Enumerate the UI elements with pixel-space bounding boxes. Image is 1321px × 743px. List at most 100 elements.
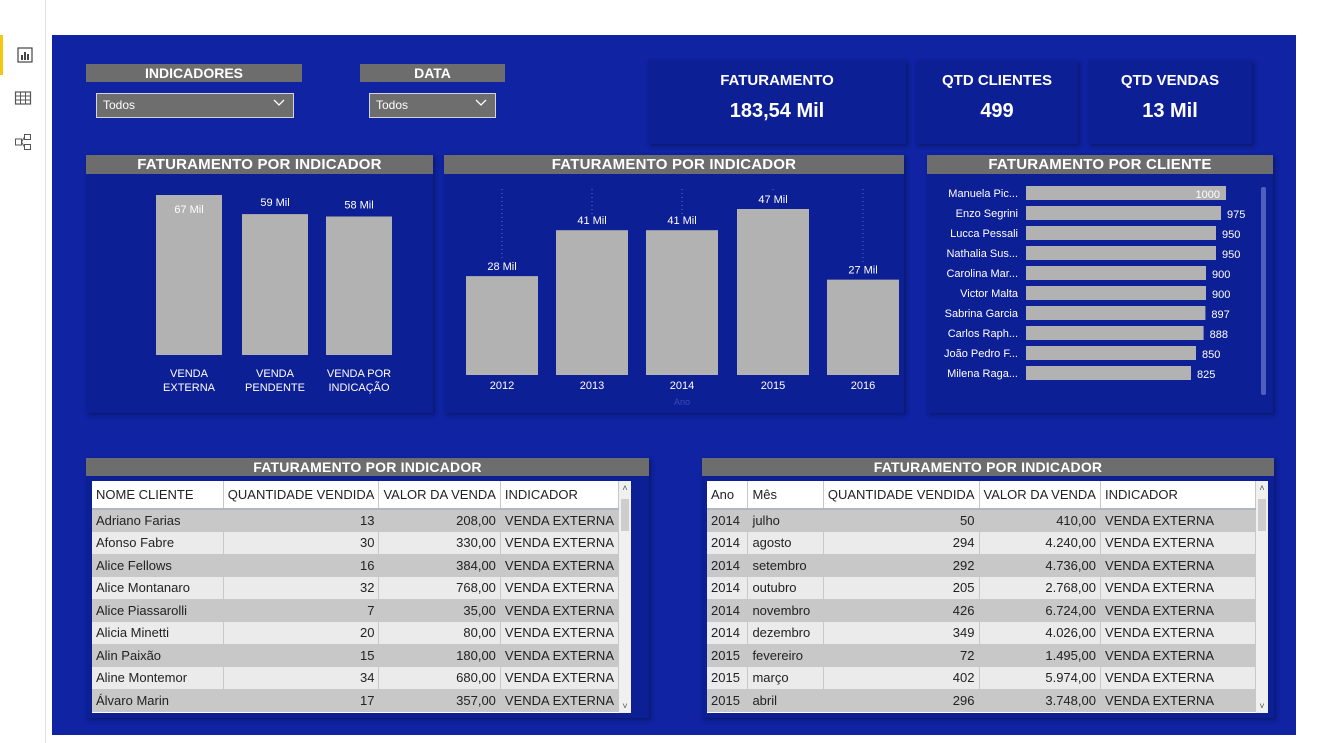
table-cell: 402 <box>823 666 980 689</box>
table-cell: VENDA EXTERNA <box>500 554 620 577</box>
table-cell: 680,00 <box>378 666 501 689</box>
chart-indicador-panel[interactable]: FATURAMENTO POR INDICADOR 67 Mil VENDA EXT… <box>86 155 433 413</box>
table-clientes[interactable]: NOME CLIENTE QUANTIDADE VENDIDA VALOR DA V… <box>92 481 631 713</box>
table-row[interactable]: 2014 dezembro 349 4.026,00 VENDA EXTERNA <box>707 621 1257 644</box>
y-tick-label: Victor Malta <box>960 288 1019 300</box>
column-header[interactable]: VALOR DA VENDA <box>378 481 501 510</box>
column-header[interactable]: NOME CLIENTE <box>92 481 224 510</box>
table-cell: VENDA EXTERNA <box>500 644 620 667</box>
column-header[interactable]: INDICADOR <box>1100 481 1257 510</box>
scroll-down-icon[interactable]: ˅ <box>619 699 631 713</box>
chart-cliente-panel[interactable]: FATURAMENTO POR CLIENTE Manuela Pic... 10… <box>927 155 1273 413</box>
slicer-data-dropdown[interactable]: Todos <box>369 93 496 118</box>
table-row[interactable]: 2014 novembro 426 6.724,00 VENDA EXTERNA <box>707 599 1257 622</box>
table-row[interactable]: Alice Piassarolli 7 35,00 VENDA EXTERNA <box>92 599 620 622</box>
chart-ano-panel[interactable]: FATURAMENTO POR INDICADOR 28 Mil 2012 41 M… <box>444 155 904 413</box>
table-row[interactable]: 2015 fevereiro 72 1.495,00 VENDA EXTERNA <box>707 644 1257 667</box>
bar <box>1026 266 1206 280</box>
scroll-thumb[interactable] <box>1258 499 1266 531</box>
table-row[interactable]: Afonso Fabre 30 330,00 VENDA EXTERNA <box>92 531 620 554</box>
data-label: 47 Mil <box>758 194 787 206</box>
table-cell: 35,00 <box>378 599 501 622</box>
table-row[interactable]: Alin Paixão 15 180,00 VENDA EXTERNA <box>92 644 620 667</box>
scroll-thumb[interactable] <box>621 499 629 531</box>
table-cell: Aline Montemor <box>92 666 224 689</box>
table-cell: VENDA EXTERNA <box>1100 599 1257 622</box>
table-cell: VENDA EXTERNA <box>500 509 620 532</box>
bar <box>1026 226 1216 240</box>
table-cell: VENDA EXTERNA <box>1100 689 1257 712</box>
table-cell: fevereiro <box>747 644 824 667</box>
chart-cliente-svg: Manuela Pic... 1000 Enzo Segrini 975 Lucca P… <box>944 186 1266 395</box>
column-header[interactable]: INDICADOR <box>500 481 620 510</box>
chevron-down-icon <box>475 99 487 106</box>
column-header[interactable]: Mês <box>747 481 824 510</box>
table-cell: VENDA EXTERNA <box>500 576 620 599</box>
data-label: 900 <box>1212 289 1230 301</box>
view-rail <box>0 0 46 743</box>
table-cell: 357,00 <box>378 689 501 712</box>
table-cell: 3.748,00 <box>979 689 1101 712</box>
model-view-icon[interactable] <box>0 122 46 162</box>
bar <box>1026 366 1191 380</box>
table-row[interactable]: 2015 abril 296 3.748,00 VENDA EXTERNA <box>707 689 1257 712</box>
table-row[interactable]: 2014 agosto 294 4.240,00 VENDA EXTERNA <box>707 531 1257 554</box>
table-cell: 15 <box>223 644 380 667</box>
chevron-down-icon <box>273 99 285 106</box>
bar <box>827 279 899 375</box>
table-meses-scrollbar[interactable]: ˄ ˅ <box>1256 481 1268 713</box>
data-view-icon[interactable] <box>0 78 46 118</box>
card-faturamento-title: FATURAMENTO <box>720 72 834 89</box>
table-cell: julho <box>747 509 824 532</box>
table-row[interactable]: Álvaro Marin 17 357,00 VENDA EXTERNA <box>92 689 620 712</box>
table-cell: VENDA EXTERNA <box>1100 666 1257 689</box>
data-label: 897 <box>1211 309 1229 321</box>
table-meses-panel[interactable]: FATURAMENTO POR INDICADOR Ano Mês QUANTIDA… <box>702 458 1274 718</box>
card-qtd-vendas[interactable]: QTD VENDAS 13 Mil <box>1088 60 1252 144</box>
x-tick-label: VENDA POR <box>327 368 391 380</box>
scroll-up-icon[interactable]: ˄ <box>1256 481 1268 495</box>
table-meses[interactable]: Ano Mês QUANTIDADE VENDIDA VALOR DA VENDA IN… <box>707 481 1268 713</box>
table-cell: 34 <box>223 666 380 689</box>
card-clientes-title: QTD CLIENTES <box>941 72 1052 89</box>
table-cell: 384,00 <box>378 554 501 577</box>
table-row[interactable]: Adriano Farias 13 208,00 VENDA EXTERNA <box>92 509 620 532</box>
table-row[interactable]: Alicia Minetti 20 80,00 VENDA EXTERNA <box>92 621 620 644</box>
bar <box>326 216 392 355</box>
column-header[interactable]: QUANTIDADE VENDIDA <box>823 481 980 510</box>
bar <box>1026 286 1206 300</box>
slicer-indicadores-value: Todos <box>103 98 136 112</box>
card-faturamento-value: 183,54 Mil <box>729 100 825 122</box>
column-header[interactable]: QUANTIDADE VENDIDA <box>223 481 380 510</box>
table-cell: Alicia Minetti <box>92 621 224 644</box>
column-header[interactable]: VALOR DA VENDA <box>979 481 1101 510</box>
y-tick-label: Enzo Segrini <box>956 208 1018 220</box>
table-row[interactable]: 2014 outubro 205 2.768,00 VENDA EXTERNA <box>707 576 1257 599</box>
table-cell: 768,00 <box>378 576 501 599</box>
table-cell: 1.495,00 <box>979 644 1101 667</box>
scroll-down-icon[interactable]: ˅ <box>1256 699 1268 713</box>
bar <box>646 230 718 375</box>
slicer-indicadores-dropdown[interactable]: Todos <box>96 93 294 118</box>
table-cell: 294 <box>823 531 980 554</box>
report-view-icon[interactable] <box>0 35 46 75</box>
card-faturamento[interactable]: FATURAMENTO 183,54 Mil <box>648 60 906 144</box>
table-row[interactable]: Alice Montanaro 32 768,00 VENDA EXTERNA <box>92 576 620 599</box>
scroll-up-icon[interactable]: ˄ <box>619 481 631 495</box>
table-row[interactable]: 2014 julho 50 410,00 VENDA EXTERNA <box>707 509 1257 532</box>
table-clientes-panel[interactable]: FATURAMENTO POR INDICADOR NOME CLIENTE QU… <box>86 458 649 718</box>
card-qtd-clientes[interactable]: QTD CLIENTES 499 <box>916 60 1078 144</box>
table-row[interactable]: 2014 setembro 292 4.736,00 VENDA EXTERNA <box>707 554 1257 577</box>
table-cell: 80,00 <box>378 621 501 644</box>
table-row[interactable]: Alice Fellows 16 384,00 VENDA EXTERNA <box>92 554 620 577</box>
data-label: 67 Mil <box>174 204 203 216</box>
bar <box>156 195 222 355</box>
table-row[interactable]: Aline Montemor 34 680,00 VENDA EXTERNA <box>92 666 620 689</box>
column-header[interactable]: Ano <box>707 481 749 510</box>
table-clientes-scrollbar[interactable]: ˄ ˅ <box>619 481 631 713</box>
table-cell: 2014 <box>707 554 749 577</box>
bar <box>1026 346 1196 360</box>
table-row[interactable]: 2015 março 402 5.974,00 VENDA EXTERNA <box>707 666 1257 689</box>
data-label: 41 Mil <box>667 215 696 227</box>
y-tick-label: Sabrina Garcia <box>945 308 1019 320</box>
